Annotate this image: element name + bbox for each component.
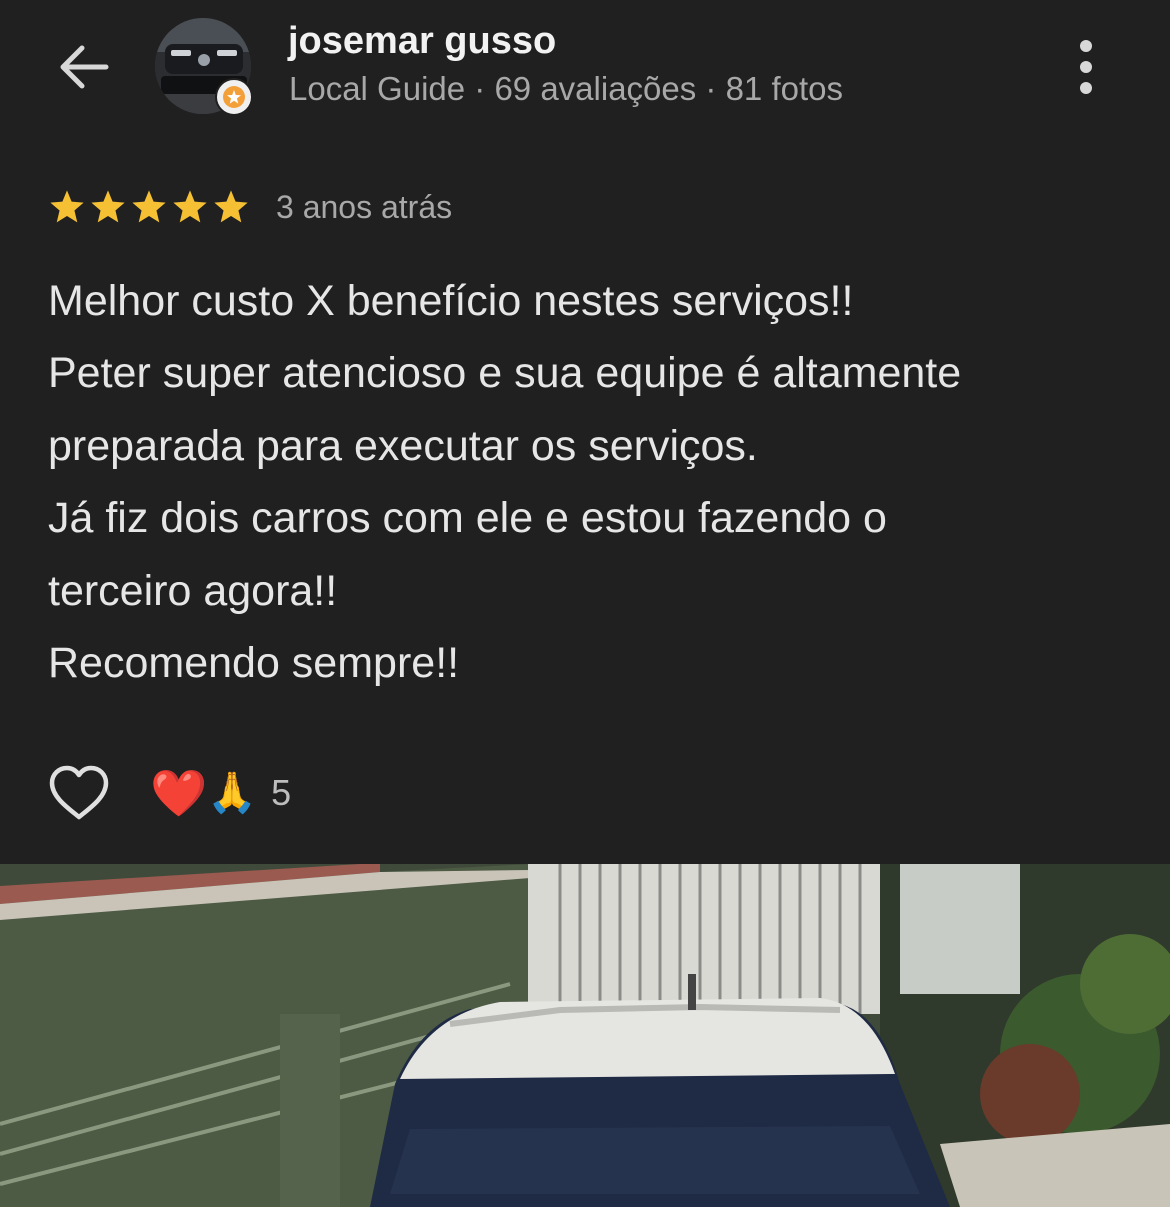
star-rating (48, 188, 250, 226)
reactions-row: ❤️ 🙏 5 (46, 760, 291, 826)
rating-row: 3 anos atrás (48, 184, 452, 230)
more-vert-icon (1080, 40, 1092, 52)
review-line: Recomendo sempre!! (48, 639, 460, 688)
local-guide-star-icon (223, 86, 245, 108)
reviewer-name[interactable]: josemar gusso (288, 20, 556, 63)
review-line: Peter super atencioso e sua equipe é alt… (48, 349, 962, 398)
avatar[interactable] (155, 18, 253, 116)
heart-outline-icon (49, 765, 109, 820)
star-icon (91, 190, 125, 223)
heart-emoji: ❤️ (150, 767, 208, 819)
review-header: josemar gusso Local Guide · 69 avaliaçõe… (0, 0, 1170, 140)
like-button[interactable] (46, 760, 112, 826)
review-date: 3 anos atrás (276, 188, 453, 225)
review-photo[interactable] (0, 864, 1170, 1207)
car-photo-image (0, 864, 1170, 1207)
pray-emoji: 🙏 (207, 771, 258, 815)
arrow-left-icon (60, 45, 109, 89)
more-vert-dot (1080, 61, 1092, 73)
review-line: preparada para executar os serviços. (48, 421, 758, 470)
review-text: Melhor custo X benefício nestes serviços… (48, 265, 1138, 699)
star-icon (132, 190, 166, 223)
star-icon (173, 190, 207, 223)
review-line: terceiro agora!! (48, 566, 338, 615)
reaction-emojis[interactable]: ❤️ 🙏 (150, 770, 257, 816)
back-button[interactable] (52, 38, 116, 96)
review-line: Melhor custo X benefício nestes serviços… (48, 277, 854, 325)
star-icon (50, 190, 84, 223)
review-line: Já fiz dois carros com ele e estou fazen… (48, 494, 887, 543)
more-options-button[interactable] (1060, 36, 1112, 98)
star-icon (214, 190, 248, 223)
reviewer-meta: Local Guide · 69 avaliações · 81 fotos (289, 70, 843, 107)
local-guide-badge (215, 78, 253, 116)
more-vert-dot (1080, 82, 1092, 94)
reaction-count: 5 (271, 772, 292, 813)
